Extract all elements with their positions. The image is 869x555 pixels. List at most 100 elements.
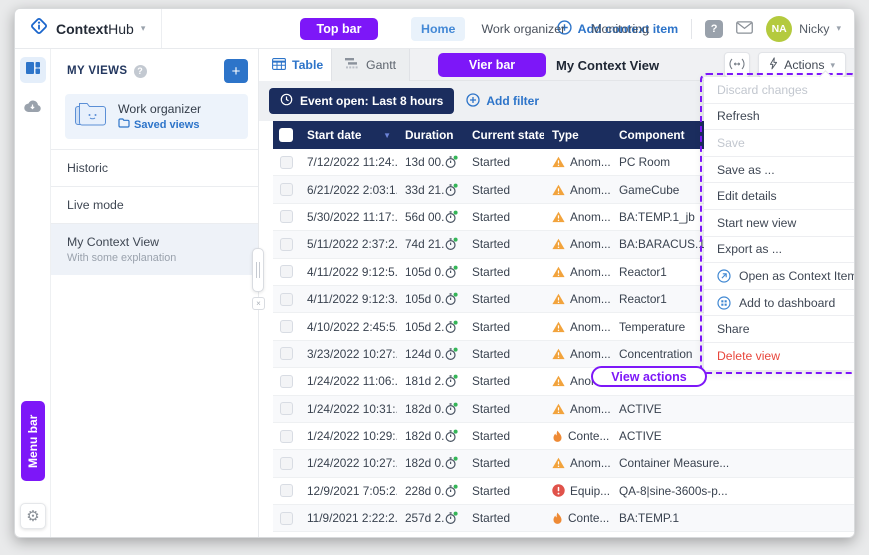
- panel-collapse-button[interactable]: ×: [252, 297, 265, 310]
- folders-illustration-icon: [73, 100, 109, 133]
- help-button[interactable]: ?: [705, 20, 723, 38]
- tab-gantt[interactable]: Gantt: [331, 49, 410, 81]
- row-checkbox[interactable]: [280, 375, 293, 388]
- filter-chip[interactable]: Event open: Last 8 hours: [269, 88, 454, 114]
- warning-icon: [552, 348, 565, 360]
- cell-current-state: Started: [464, 183, 544, 197]
- cell-current-state: Started: [464, 402, 544, 416]
- menu-item-delete-view[interactable]: Delete view: [704, 343, 854, 370]
- row-checkbox[interactable]: [280, 293, 293, 306]
- row-checkbox[interactable]: [280, 430, 293, 443]
- warning-icon: [552, 211, 565, 223]
- sidebar-item-my-context-view[interactable]: My Context View With some explanation: [51, 223, 258, 275]
- rail-cloud-button[interactable]: [20, 95, 46, 121]
- row-checkbox[interactable]: [280, 484, 293, 497]
- column-header-duration[interactable]: Duration: [397, 128, 464, 142]
- warning-icon: [552, 156, 565, 168]
- chevron-down-icon: ▾: [830, 60, 835, 71]
- app-window: ContextHub ▾ Top bar HomeWork organizerM…: [14, 8, 855, 538]
- warning-icon: [552, 403, 565, 415]
- menu-item-share[interactable]: Share: [704, 316, 854, 343]
- menu-item-open-as-context-item-search[interactable]: Open as Context Item Search: [704, 263, 854, 290]
- fit-width-icon: [729, 58, 745, 73]
- table-row[interactable]: 1/24/2022 10:31:... 182d 0... Started An…: [273, 396, 854, 423]
- panel-splitter-handle[interactable]: [252, 248, 264, 292]
- nav-work-organizer[interactable]: Work organizer: [471, 17, 575, 41]
- menu-item-add-to-dashboard[interactable]: Add to dashboard: [704, 290, 854, 317]
- select-all-checkbox[interactable]: [279, 128, 293, 142]
- row-checkbox[interactable]: [280, 320, 293, 333]
- row-checkbox[interactable]: [280, 210, 293, 223]
- cell-current-state: Started: [464, 429, 544, 443]
- fit-width-button[interactable]: [724, 52, 750, 78]
- cell-duration: 105d 0...: [397, 265, 464, 279]
- table-row[interactable]: 11/9/2021 2:22:2... 257d 2... Started Co…: [273, 505, 854, 532]
- warning-icon: [552, 266, 565, 278]
- cell-current-state: Started: [464, 511, 544, 525]
- plus-circle-icon: [466, 93, 480, 110]
- menu-item-refresh[interactable]: Refresh: [704, 104, 854, 131]
- cell-start-date: 1/24/2022 11:06:...: [299, 374, 397, 388]
- column-header-current-state[interactable]: Current state: [464, 128, 544, 142]
- work-organizer-card[interactable]: Work organizer Saved views: [65, 94, 248, 139]
- menu-item-export-as[interactable]: Export as ...: [704, 237, 854, 264]
- cell-start-date: 7/12/2022 11:24:...: [299, 155, 397, 169]
- table-row[interactable]: 1/24/2022 10:29:... 182d 0... Started Co…: [273, 423, 854, 450]
- cell-duration: 228d 0...: [397, 484, 464, 498]
- menu-item-save-as[interactable]: Save as ...: [704, 157, 854, 184]
- row-checkbox[interactable]: [280, 156, 293, 169]
- table-row[interactable]: 1/24/2022 10:27:... 182d 0... Started An…: [273, 450, 854, 477]
- app-logo-menu[interactable]: ContextHub ▾: [15, 9, 162, 48]
- tab-table[interactable]: Table: [259, 49, 336, 81]
- work-organizer-title: Work organizer: [118, 102, 201, 116]
- row-checkbox[interactable]: [280, 402, 293, 415]
- cell-duration: 182d 0...: [397, 456, 464, 470]
- column-header-start-date[interactable]: Start date▼: [299, 128, 397, 142]
- cell-duration: 124d 0...: [397, 347, 464, 361]
- table-icon: [272, 58, 286, 73]
- cell-start-date: 3/23/2022 10:27:...: [299, 347, 397, 361]
- row-checkbox[interactable]: [280, 265, 293, 278]
- icon-rail: Menu bar ⚙: [15, 49, 51, 537]
- user-menu[interactable]: NA Nicky ▾: [766, 16, 841, 42]
- table-row[interactable]: 1/24/2022 11:06:... 181d 2... Started An…: [273, 368, 854, 395]
- stopwatch-icon: [444, 484, 458, 498]
- top-bar: ContextHub ▾ Top bar HomeWork organizerM…: [15, 9, 854, 49]
- row-checkbox[interactable]: [280, 183, 293, 196]
- chevron-down-icon: ▾: [141, 23, 146, 34]
- rail-views-button[interactable]: [20, 57, 46, 83]
- menu-item-save[interactable]: Save: [704, 130, 854, 157]
- add-filter-button[interactable]: Add filter: [466, 93, 539, 110]
- row-checkbox[interactable]: [280, 238, 293, 251]
- settings-button[interactable]: ⚙: [20, 503, 46, 529]
- sidebar-item-historic[interactable]: Historic: [51, 149, 258, 186]
- help-icon[interactable]: ?: [134, 65, 147, 78]
- stopwatch-icon: [444, 292, 458, 306]
- add-view-button[interactable]: +: [224, 59, 248, 83]
- row-checkbox[interactable]: [280, 347, 293, 360]
- sidebar-item-live-mode[interactable]: Live mode: [51, 186, 258, 223]
- row-checkbox[interactable]: [280, 457, 293, 470]
- saved-views-link[interactable]: Saved views: [118, 118, 201, 131]
- cell-type: Anom...: [544, 155, 611, 169]
- cell-current-state: Started: [464, 265, 544, 279]
- row-checkbox[interactable]: [280, 512, 293, 525]
- stopwatch-icon: [444, 402, 458, 416]
- cell-type: Conte...: [544, 511, 611, 525]
- stopwatch-icon: [444, 347, 458, 361]
- my-views-title: MY VIEWS: [67, 65, 128, 77]
- nav-monitoring[interactable]: Monitoring: [581, 17, 659, 41]
- menu-item-start-new-view[interactable]: Start new view: [704, 210, 854, 237]
- table-row[interactable]: 12/9/2021 7:05:2... 228d 0... Started Eq…: [273, 478, 854, 505]
- column-header-type[interactable]: Type: [544, 128, 611, 142]
- nav-home[interactable]: Home: [411, 17, 465, 41]
- mail-button[interactable]: [736, 21, 753, 37]
- folder-icon: [118, 118, 130, 131]
- menu-item-discard-changes[interactable]: Discard changes: [704, 77, 854, 104]
- actions-button[interactable]: Actions ▾: [758, 52, 846, 78]
- menu-item-edit-details[interactable]: Edit details: [704, 183, 854, 210]
- user-name: Nicky: [799, 22, 829, 36]
- cell-duration: 182d 0...: [397, 402, 464, 416]
- cell-start-date: 12/9/2021 7:05:2...: [299, 484, 397, 498]
- sort-desc-icon: ▼: [383, 131, 391, 140]
